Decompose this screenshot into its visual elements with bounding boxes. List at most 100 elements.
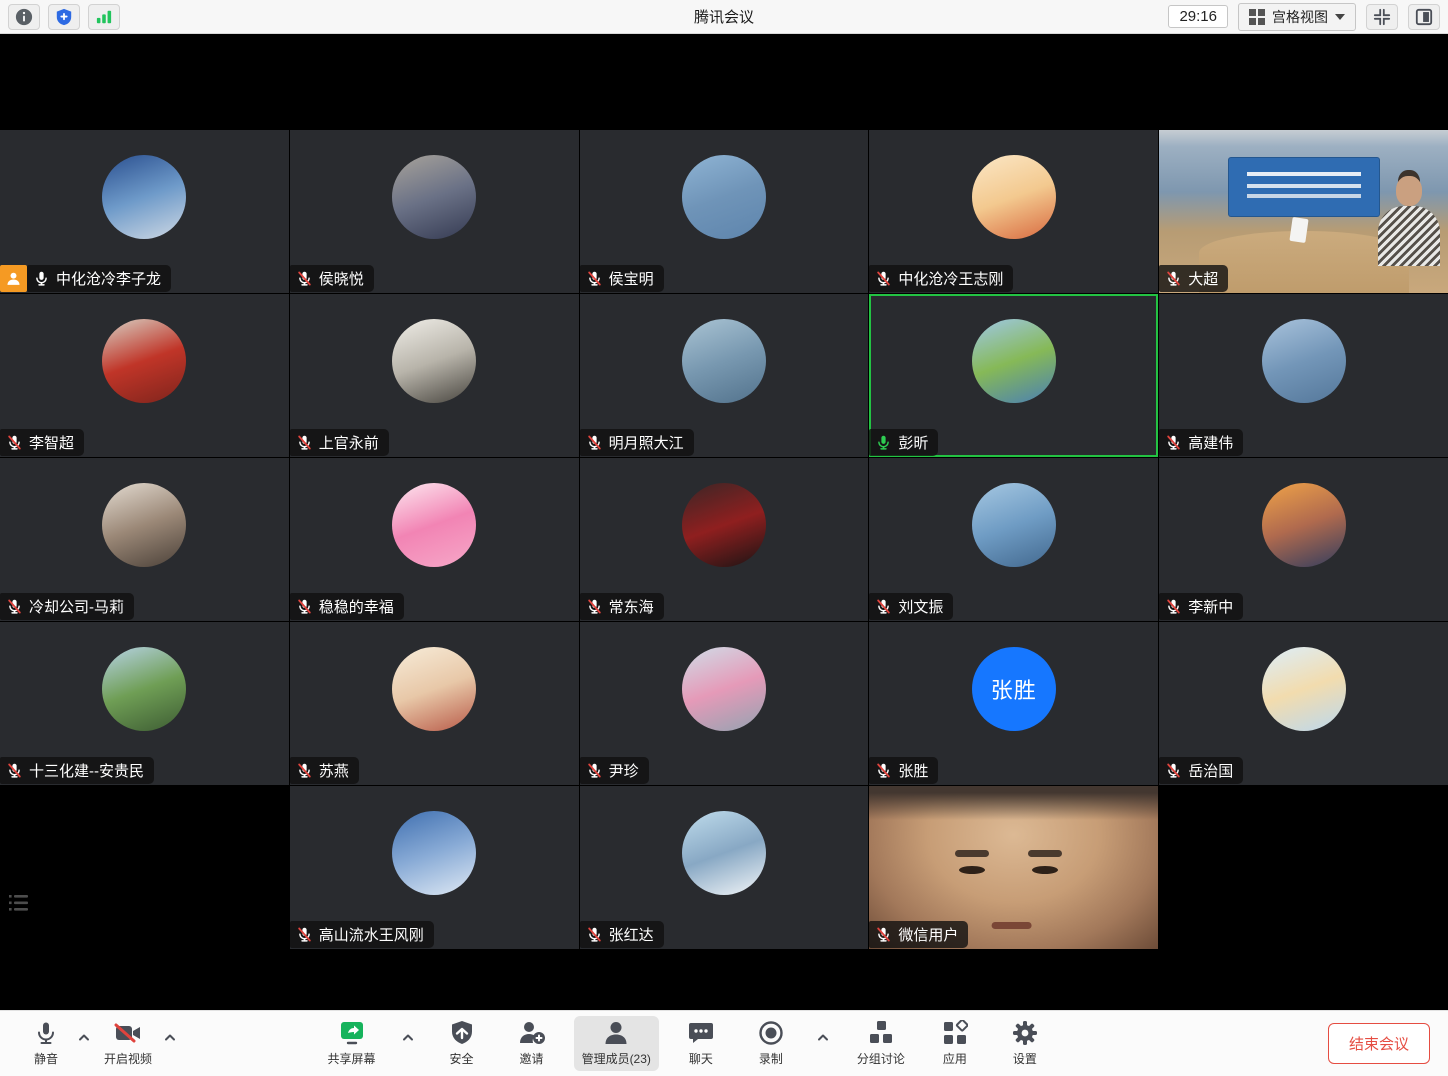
start-video-button[interactable]: 开启视频 (96, 1016, 160, 1071)
participant-tile[interactable]: 高山流水王风刚 (290, 786, 579, 949)
participant-tile[interactable]: 张红达 (580, 786, 869, 949)
participant-tile[interactable]: 冷却公司-马莉 (0, 458, 289, 621)
name-tag: 中化沧冷李子龙 (27, 265, 171, 292)
security-shield-icon (450, 1020, 474, 1046)
name-tag: 彭昕 (869, 429, 938, 456)
mic-status-icon (875, 598, 892, 615)
mic-status-icon (6, 598, 23, 615)
video-area: 中化沧冷李子龙 (0, 34, 1448, 1010)
mic-status-icon (875, 762, 892, 779)
mic-status-icon (875, 434, 892, 451)
chat-button[interactable]: 聊天 (673, 1016, 729, 1071)
view-mode-button[interactable]: 宫格视图 (1238, 3, 1356, 31)
avatar (682, 319, 766, 403)
participant-tile[interactable]: 侯宝明 (580, 130, 869, 293)
chat-bubble-icon (688, 1020, 714, 1046)
participant-tile[interactable]: 岳治国 (1159, 622, 1448, 785)
participant-name: 岳治国 (1188, 760, 1233, 781)
name-tag: 刘文振 (869, 593, 953, 620)
participant-tile[interactable]: 李智超 (0, 294, 289, 457)
avatar (392, 155, 476, 239)
exit-fullscreen-button[interactable] (1366, 4, 1398, 30)
participant-tile[interactable]: 明月照大江 (580, 294, 869, 457)
settings-label: 设置 (1013, 1050, 1037, 1067)
view-mode-label: 宫格视图 (1272, 7, 1328, 27)
share-options-caret[interactable] (398, 1028, 418, 1046)
manage-members-button[interactable]: 管理成员(23) (574, 1016, 659, 1071)
avatar (392, 811, 476, 895)
name-tag: 上官永前 (290, 429, 389, 456)
side-panel-button[interactable] (1408, 4, 1440, 30)
participant-name: 侯晓悦 (319, 268, 364, 289)
participant-tile[interactable]: 十三化建--安贵民 (0, 622, 289, 785)
meeting-timer: 29:16 (1168, 5, 1228, 28)
participant-tile[interactable]: 稳稳的幸福 (290, 458, 579, 621)
mic-status-icon (875, 270, 892, 287)
name-tag: 十三化建--安贵民 (0, 757, 154, 784)
end-meeting-button[interactable]: 结束会议 (1328, 1023, 1430, 1064)
participant-tile[interactable]: 刘文振 (869, 458, 1158, 621)
participant-tile[interactable]: 中化沧冷王志刚 (869, 130, 1158, 293)
security-status-button[interactable] (48, 4, 80, 30)
mic-status-icon (296, 434, 313, 451)
participant-tile[interactable]: 微信用户 (869, 786, 1158, 949)
participant-tile[interactable]: 尹珍 (580, 622, 869, 785)
avatar (102, 647, 186, 731)
record-options-caret[interactable] (813, 1028, 833, 1046)
participant-name: 明月照大江 (609, 432, 684, 453)
participant-tile[interactable]: 常东海 (580, 458, 869, 621)
mic-status-icon (296, 598, 313, 615)
audio-options-caret[interactable] (74, 1028, 94, 1046)
participant-name: 李新中 (1188, 596, 1233, 617)
mute-button[interactable]: 静音 (18, 1016, 74, 1071)
name-tag: 岳治国 (1159, 757, 1243, 784)
invite-button[interactable]: 邀请 (504, 1016, 560, 1071)
mic-status-icon (875, 926, 892, 943)
member-list-toggle-icon[interactable] (8, 892, 32, 919)
record-button[interactable]: 录制 (743, 1016, 799, 1071)
name-tag: 李智超 (0, 429, 84, 456)
manage-members-label: 管理成员(23) (582, 1050, 651, 1067)
title-bar: 腾讯会议 29:16 宫格视图 (0, 0, 1448, 34)
participant-tile[interactable]: 高建伟 (1159, 294, 1448, 457)
participant-name: 中化沧冷王志刚 (898, 268, 1003, 289)
record-label: 录制 (759, 1050, 783, 1067)
participant-tile[interactable]: 侯晓悦 (290, 130, 579, 293)
name-tag: 高建伟 (1159, 429, 1243, 456)
mic-status-icon (1165, 270, 1182, 287)
name-tag: 稳稳的幸福 (290, 593, 404, 620)
network-status-button[interactable] (88, 4, 120, 30)
avatar (682, 483, 766, 567)
participant-tile[interactable]: 李新中 (1159, 458, 1448, 621)
security-button[interactable]: 安全 (434, 1016, 490, 1071)
network-signal-icon (95, 9, 113, 25)
participant-tile[interactable]: 苏燕 (290, 622, 579, 785)
name-tag: 常东海 (580, 593, 664, 620)
video-options-caret[interactable] (160, 1028, 180, 1046)
breakout-rooms-button[interactable]: 分组讨论 (849, 1016, 913, 1071)
empty-cell (0, 786, 289, 949)
gear-icon (1012, 1020, 1038, 1046)
avatar (102, 155, 186, 239)
participant-tile[interactable]: 彭昕 (869, 294, 1158, 457)
avatar (392, 647, 476, 731)
apps-button[interactable]: 应用 (927, 1016, 983, 1071)
participant-tile[interactable]: 中化沧冷李子龙 (0, 130, 289, 293)
exit-fullscreen-icon (1373, 8, 1391, 26)
chat-label: 聊天 (689, 1050, 713, 1067)
name-tag: 尹珍 (580, 757, 649, 784)
avatar (682, 811, 766, 895)
share-screen-button[interactable]: 共享屏幕 (320, 1016, 384, 1071)
mic-status-icon (586, 434, 603, 451)
host-badge-icon (0, 265, 27, 292)
participant-tile[interactable]: 上官永前 (290, 294, 579, 457)
mic-status-icon (1165, 434, 1182, 451)
participant-name: 常东海 (609, 596, 654, 617)
settings-button[interactable]: 设置 (997, 1016, 1053, 1071)
avatar (1262, 647, 1346, 731)
mic-status-icon (296, 270, 313, 287)
participant-tile[interactable]: 张胜 张胜 (869, 622, 1158, 785)
meeting-info-button[interactable] (8, 4, 40, 30)
participant-tile[interactable]: 大超 (1159, 130, 1448, 293)
side-panel-icon (1415, 8, 1433, 26)
